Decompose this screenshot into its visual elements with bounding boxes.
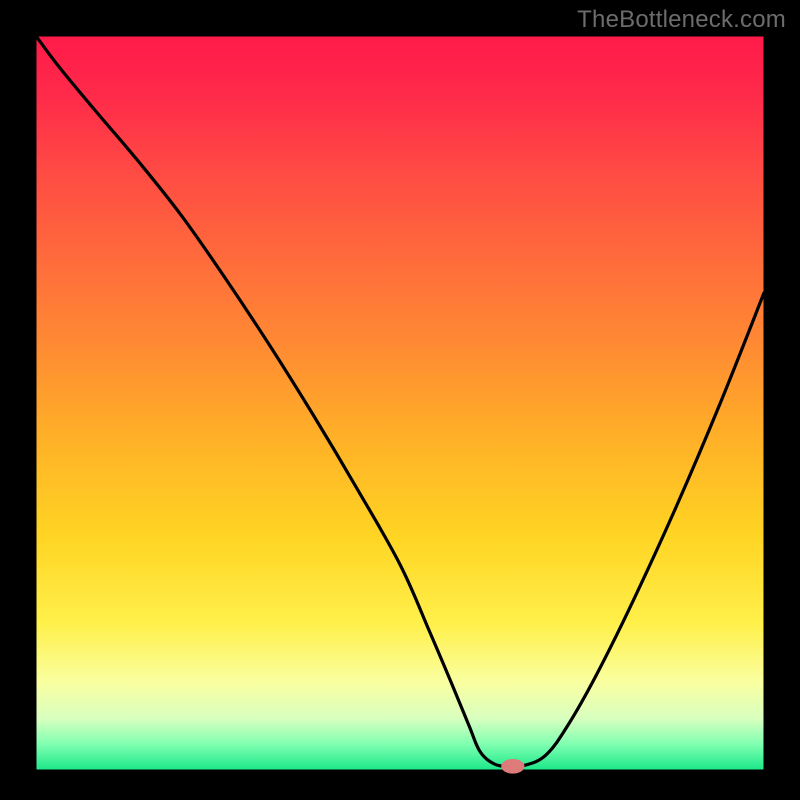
bottleneck-chart: [0, 0, 800, 800]
watermark-text: TheBottleneck.com: [577, 6, 786, 34]
optimal-point-marker: [501, 759, 524, 774]
chart-container: TheBottleneck.com: [0, 0, 800, 800]
plot-area: [36, 36, 764, 770]
